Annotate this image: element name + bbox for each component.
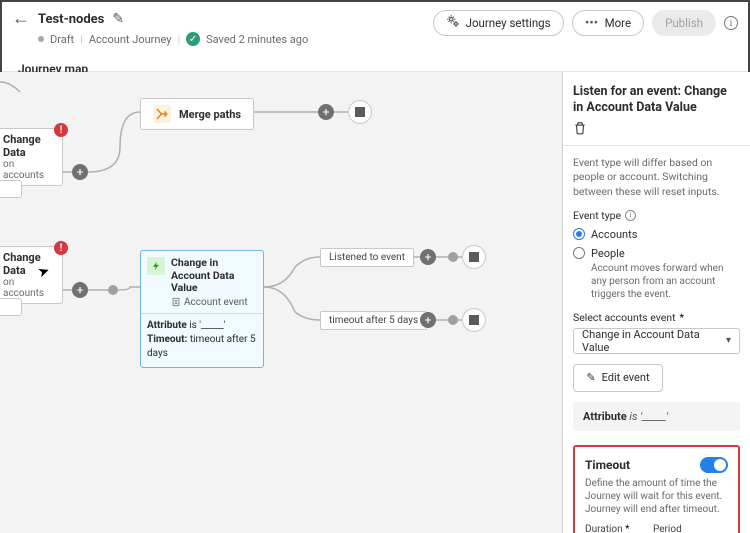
journey-canvas[interactable]: Merge paths + ! Change Data on accounts … [0,72,562,533]
branch-timeout-label[interactable]: timeout after 5 days [320,311,427,330]
accounts-event-value: Change in Account Data Value [582,328,726,354]
add-node-button[interactable]: + [420,249,436,265]
ev-attr-label: Attribute [147,320,187,331]
change-data-node-2[interactable]: ! Change Data on accounts [0,246,63,304]
event-node-tag: Account event [184,297,248,308]
info-icon[interactable]: i [625,210,636,221]
connector-dot [108,285,118,295]
branch-listened-label[interactable]: Listened to event [320,248,414,267]
radio-checked-icon [573,228,585,240]
merge-icon [153,105,171,123]
select-event-label: Select accounts event [573,311,676,324]
merge-paths-label: Merge paths [179,108,241,121]
connector-dot [448,315,458,325]
end-node[interactable] [462,245,486,269]
chevron-down-icon: ▾ [726,335,731,346]
event-node-title: Change in Account Data Value [171,257,257,295]
node2-sub: on accounts [3,277,56,299]
radio-people[interactable]: People [573,247,740,260]
lightning-icon [147,257,165,275]
add-node-button[interactable]: + [420,312,436,328]
account-event-icon [171,297,181,307]
timeout-toggle[interactable] [700,457,728,473]
minor-node-1[interactable] [0,180,22,198]
delete-node-button[interactable] [573,121,740,135]
listen-event-node[interactable]: Change in Account Data Value Account eve… [140,250,264,368]
timeout-section: Timeout Define the amount of time the Jo… [573,445,740,533]
sidebar-title: Listen for an event: Change in Account D… [573,84,740,115]
ev-attr-val: is '_____' [189,320,225,331]
add-node-button[interactable]: + [318,104,334,120]
error-badge-icon: ! [54,241,68,255]
properties-sidebar: Listen for an event: Change in Account D… [562,72,750,533]
radio-accounts[interactable]: Accounts [573,228,740,241]
radio-people-label: People [591,247,625,260]
error-badge-icon: ! [54,123,68,137]
timeout-desc: Define the amount of time the Journey wi… [585,477,728,516]
add-node-button[interactable]: + [72,164,88,180]
duration-label: Duration [585,524,623,533]
radio-people-desc: Account moves forward when any person fr… [591,262,740,301]
attribute-preview: Attribute is '_____' [573,402,740,431]
timeout-title: Timeout [585,458,630,472]
add-node-button[interactable]: + [72,282,88,298]
radio-accounts-label: Accounts [591,228,637,241]
attr-preview-label: Attribute [583,410,627,423]
minor-node-2[interactable] [0,298,22,316]
connector-dot [448,252,458,262]
edit-event-label: Edit event [602,371,650,384]
node1-title: Change Data [3,133,56,159]
node1-sub: on accounts [3,159,56,181]
accounts-event-select[interactable]: Change in Account Data Value ▾ [573,328,740,354]
attr-preview-value: is '_____' [629,410,668,423]
end-node[interactable] [348,100,372,124]
pencil-icon: ✎ [586,371,595,384]
end-node[interactable] [462,308,486,332]
sidebar-desc: Event type will differ based on people o… [573,156,740,199]
radio-unchecked-icon [573,247,585,259]
change-data-node-1[interactable]: ! Change Data on accounts [0,128,63,186]
ev-timeout-label: Timeout: [147,334,187,345]
event-type-label: Event type [573,209,621,222]
merge-paths-node[interactable]: Merge paths [140,98,254,130]
period-label: Period [653,524,728,533]
edit-event-button[interactable]: ✎ Edit event [573,364,663,392]
connectors-svg [0,72,562,533]
